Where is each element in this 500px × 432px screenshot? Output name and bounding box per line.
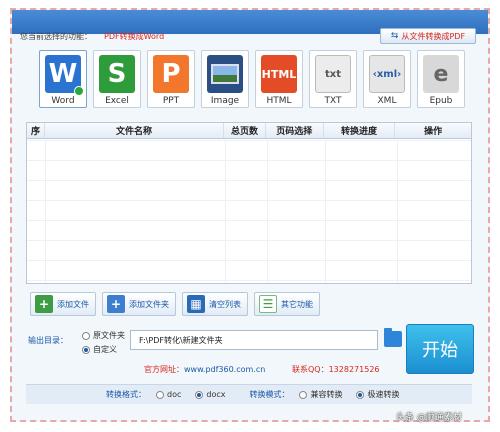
selected-check-icon xyxy=(74,86,84,96)
format-option-doc[interactable]: doc xyxy=(156,390,181,399)
word-glyph: W xyxy=(48,59,78,89)
format-word[interactable]: W Word xyxy=(39,50,87,108)
ppt-glyph: P xyxy=(161,59,181,89)
website-link[interactable]: www.pdf360.com.cn xyxy=(184,365,265,374)
fast-label: 极速转换 xyxy=(367,390,400,399)
website-label: 官方网址： xyxy=(144,365,184,374)
other-functions-button[interactable]: ☰ 其它功能 xyxy=(254,292,320,316)
format-label: TXT xyxy=(324,96,342,106)
doc-label: doc xyxy=(167,390,182,399)
html-glyph: HTML xyxy=(261,67,297,81)
conversion-options-bar: 转换格式： doc docx 转换模式： 兼容转换 极速转换 xyxy=(26,384,472,404)
txt-glyph: txt xyxy=(324,68,341,80)
format-label: HTML xyxy=(266,96,292,106)
format-xml[interactable]: ‹xml› XML xyxy=(363,50,411,108)
column-divider xyxy=(225,140,226,283)
radio-compatible[interactable] xyxy=(299,390,308,399)
radio-custom[interactable] xyxy=(82,345,90,354)
add-file-icon: + xyxy=(35,295,53,313)
to-pdf-label: 从文件转换成PDF xyxy=(401,31,466,41)
format-label: PPT xyxy=(162,96,180,106)
website-info: 官方网址：www.pdf360.com.cn xyxy=(144,364,265,375)
add-folder-label: 添加文件夹 xyxy=(129,299,169,309)
column-header-progress[interactable]: 转换进度 xyxy=(324,123,396,138)
output-custom-option[interactable]: 自定义 xyxy=(82,344,117,355)
clear-list-icon: ▦ xyxy=(187,295,205,313)
docx-label: docx xyxy=(206,390,226,399)
column-divider xyxy=(45,140,46,283)
excel-icon: S xyxy=(99,55,135,93)
html-icon: HTML xyxy=(261,55,297,93)
format-label: XML xyxy=(377,96,397,106)
epub-icon: e xyxy=(423,55,459,93)
qq-info: 联系QQ：1328271526 xyxy=(292,364,380,375)
excel-glyph: S xyxy=(107,59,127,89)
action-bar: + 添加文件 + 添加文件夹 ▦ 清空列表 ☰ 其它功能 xyxy=(30,292,320,316)
column-divider xyxy=(325,140,326,283)
function-value: PDF转换成Word xyxy=(104,32,165,41)
compatible-label: 兼容转换 xyxy=(310,390,343,399)
radio-doc[interactable] xyxy=(156,390,164,399)
add-file-label: 添加文件 xyxy=(57,299,89,309)
table-header: 序 文件名称 总页数 页码选择 转换进度 操作 xyxy=(27,123,471,139)
output-path-value: F:\PDF转化\新建文件夹 xyxy=(139,335,223,345)
add-folder-icon: + xyxy=(107,295,125,313)
epub-glyph: e xyxy=(433,61,449,87)
picture-icon xyxy=(211,64,239,84)
word-icon: W xyxy=(45,55,84,96)
radio-source[interactable] xyxy=(82,331,90,340)
mode-option-compatible[interactable]: 兼容转换 xyxy=(299,389,342,400)
qq-value: 1328271526 xyxy=(328,365,380,374)
format-label: Image xyxy=(210,96,240,106)
format-option-docx[interactable]: docx xyxy=(195,390,225,399)
add-file-button[interactable]: + 添加文件 xyxy=(30,292,96,316)
mode-option-fast[interactable]: 极速转换 xyxy=(356,389,399,400)
column-header-filename[interactable]: 文件名称 xyxy=(45,123,225,138)
ppt-icon: P xyxy=(153,55,189,93)
column-header-actions[interactable]: 操作 xyxy=(395,123,471,138)
start-button[interactable]: 开始 xyxy=(406,324,474,374)
clear-list-label: 清空列表 xyxy=(209,299,241,309)
column-header-pages[interactable]: 总页数 xyxy=(224,123,266,138)
output-source-label: 原文件夹 xyxy=(93,331,125,340)
format-html[interactable]: HTML HTML xyxy=(255,50,303,108)
file-table[interactable]: 序 文件名称 总页数 页码选择 转换进度 操作 xyxy=(26,122,472,284)
format-epub[interactable]: e Epub xyxy=(417,50,465,108)
format-label: Excel xyxy=(105,96,129,106)
other-functions-label: 其它功能 xyxy=(281,299,313,309)
column-divider xyxy=(397,140,398,283)
table-body xyxy=(27,140,471,283)
mode-option-label: 转换模式： xyxy=(249,390,290,399)
format-option-label: 转换格式： xyxy=(106,390,146,399)
xml-glyph: ‹xml› xyxy=(372,68,402,80)
output-source-option[interactable]: 原文件夹 xyxy=(82,330,125,341)
format-label: Epub xyxy=(429,96,453,106)
output-custom-label: 自定义 xyxy=(93,345,117,354)
image-icon xyxy=(207,55,243,93)
browse-folder-icon[interactable] xyxy=(384,328,402,347)
function-label: 您当前选择的功能： xyxy=(20,32,92,41)
format-ppt[interactable]: P PPT xyxy=(147,50,195,108)
add-folder-button[interactable]: + 添加文件夹 xyxy=(102,292,176,316)
column-divider xyxy=(267,140,268,283)
output-path-field[interactable]: F:\PDF转化\新建文件夹 xyxy=(130,330,378,350)
column-header-index[interactable]: 序 xyxy=(27,123,45,138)
radio-fast[interactable] xyxy=(356,390,365,399)
radio-docx[interactable] xyxy=(195,390,204,399)
qq-label: 联系QQ： xyxy=(292,365,329,374)
column-header-page-range[interactable]: 页码选择 xyxy=(266,123,324,138)
xml-icon: ‹xml› xyxy=(369,55,405,93)
to-pdf-button[interactable]: ⇆ 从文件转换成PDF xyxy=(380,28,476,44)
format-txt[interactable]: txt TXT xyxy=(309,50,357,108)
output-dir-label: 输出目录： xyxy=(28,336,68,345)
format-excel[interactable]: S Excel xyxy=(93,50,141,108)
txt-icon: txt xyxy=(315,55,351,93)
clear-list-button[interactable]: ▦ 清空列表 xyxy=(182,292,248,316)
swap-arrow-icon: ⇆ xyxy=(390,31,399,41)
other-functions-icon: ☰ xyxy=(259,295,277,313)
format-label: Word xyxy=(51,96,75,106)
format-selector: W Word S Excel P PPT Image HTML HTML txt… xyxy=(39,50,465,108)
watermark: 头条 @顺通素材 xyxy=(396,413,462,423)
format-image[interactable]: Image xyxy=(201,50,249,108)
